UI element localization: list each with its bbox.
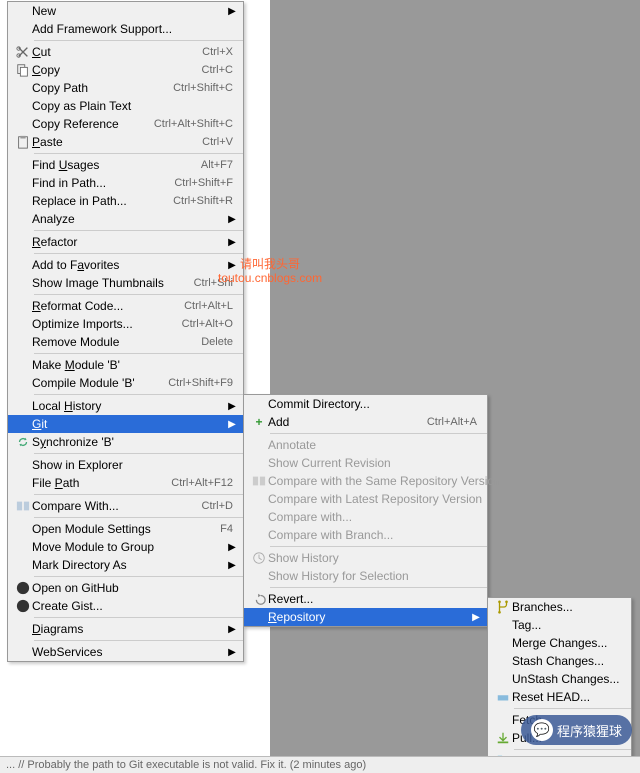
menu-replace-in-path[interactable]: Replace in Path...Ctrl+Shift+R [8,192,243,210]
branch-icon [496,600,510,614]
menu-add-favorites[interactable]: Add to Favorites▶ [8,256,243,274]
menu-show-thumbs[interactable]: Show Image ThumbnailsCtrl+Shi [8,274,243,292]
repo-reset-head[interactable]: Reset HEAD... [488,688,631,706]
git-submenu: Commit Directory... +AddCtrl+Alt+A Annot… [243,394,488,627]
gist-icon [16,599,30,613]
git-annotate: Annotate [244,436,487,454]
git-compare-latest: Compare with Latest Repository Version [244,490,487,508]
git-revert[interactable]: Revert... [244,590,487,608]
menu-show-explorer[interactable]: Show in Explorer [8,456,243,474]
repo-merge[interactable]: Merge Changes... [488,634,631,652]
context-menu: New▶ Add Framework Support... CutCtrl+X … [7,1,244,662]
revert-icon [252,592,266,606]
menu-refactor[interactable]: Refactor▶ [8,233,243,251]
pull-icon [496,731,510,745]
menu-synchronize[interactable]: Synchronize 'B' [8,433,243,451]
git-show-current-rev: Show Current Revision [244,454,487,472]
menu-git[interactable]: Git▶ [8,415,243,433]
menu-open-module-settings[interactable]: Open Module SettingsF4 [8,520,243,538]
menu-analyze[interactable]: Analyze▶ [8,210,243,228]
history-icon [252,551,266,565]
wechat-float[interactable]: 💬 程序猿猩球 [521,715,632,745]
git-compare-with: Compare with... [244,508,487,526]
menu-file-path[interactable]: File PathCtrl+Alt+F12 [8,474,243,492]
git-show-history: Show History [244,549,487,567]
menu-reformat[interactable]: Reformat Code...Ctrl+Alt+L [8,297,243,315]
git-add[interactable]: +AddCtrl+Alt+A [244,413,487,431]
git-repository[interactable]: Repository▶ [244,608,487,626]
watermark: 请叫我头哥 toutou.cnblogs.com [218,257,322,285]
menu-cut[interactable]: CutCtrl+X [8,43,243,61]
menu-find-usages[interactable]: Find UsagesAlt+F7 [8,156,243,174]
menu-open-github[interactable]: Open on GitHub [8,579,243,597]
menu-move-module[interactable]: Move Module to Group▶ [8,538,243,556]
menu-make-module[interactable]: Make Module 'B' [8,356,243,374]
status-bar: ... // Probably the path to Git executab… [0,756,640,773]
menu-compile-module[interactable]: Compile Module 'B'Ctrl+Shift+F9 [8,374,243,392]
menu-remove-module[interactable]: Remove ModuleDelete [8,333,243,351]
menu-add-framework[interactable]: Add Framework Support... [8,20,243,38]
git-compare-branch: Compare with Branch... [244,526,487,544]
git-show-history-sel: Show History for Selection [244,567,487,585]
github-icon [16,581,30,595]
menu-optimize-imports[interactable]: Optimize Imports...Ctrl+Alt+O [8,315,243,333]
sync-icon [16,435,30,449]
cut-icon [16,45,30,59]
menu-find-in-path[interactable]: Find in Path...Ctrl+Shift+F [8,174,243,192]
menu-new[interactable]: New▶ [8,2,243,20]
menu-create-gist[interactable]: Create Gist... [8,597,243,615]
menu-copy-path[interactable]: Copy PathCtrl+Shift+C [8,79,243,97]
menu-compare-with[interactable]: Compare With...Ctrl+D [8,497,243,515]
repo-stash[interactable]: Stash Changes... [488,652,631,670]
menu-copy[interactable]: CopyCtrl+C [8,61,243,79]
git-compare-same: Compare with the Same Repository Version [244,472,487,490]
repo-branches[interactable]: Branches... [488,598,631,616]
git-commit-directory[interactable]: Commit Directory... [244,395,487,413]
compare-icon [252,474,266,488]
wechat-icon: 💬 [531,719,553,741]
menu-copy-plain[interactable]: Copy as Plain Text [8,97,243,115]
paste-icon [16,135,30,149]
menu-diagrams[interactable]: Diagrams▶ [8,620,243,638]
copy-icon [16,63,30,77]
menu-webservices[interactable]: WebServices▶ [8,643,243,661]
compare-icon [16,499,30,513]
repo-tag[interactable]: Tag... [488,616,631,634]
repo-unstash[interactable]: UnStash Changes... [488,670,631,688]
menu-paste[interactable]: PasteCtrl+V [8,133,243,151]
reset-icon [496,690,510,704]
menu-local-history[interactable]: Local History▶ [8,397,243,415]
menu-mark-directory[interactable]: Mark Directory As▶ [8,556,243,574]
menu-copy-ref[interactable]: Copy ReferenceCtrl+Alt+Shift+C [8,115,243,133]
plus-icon: + [255,415,262,429]
